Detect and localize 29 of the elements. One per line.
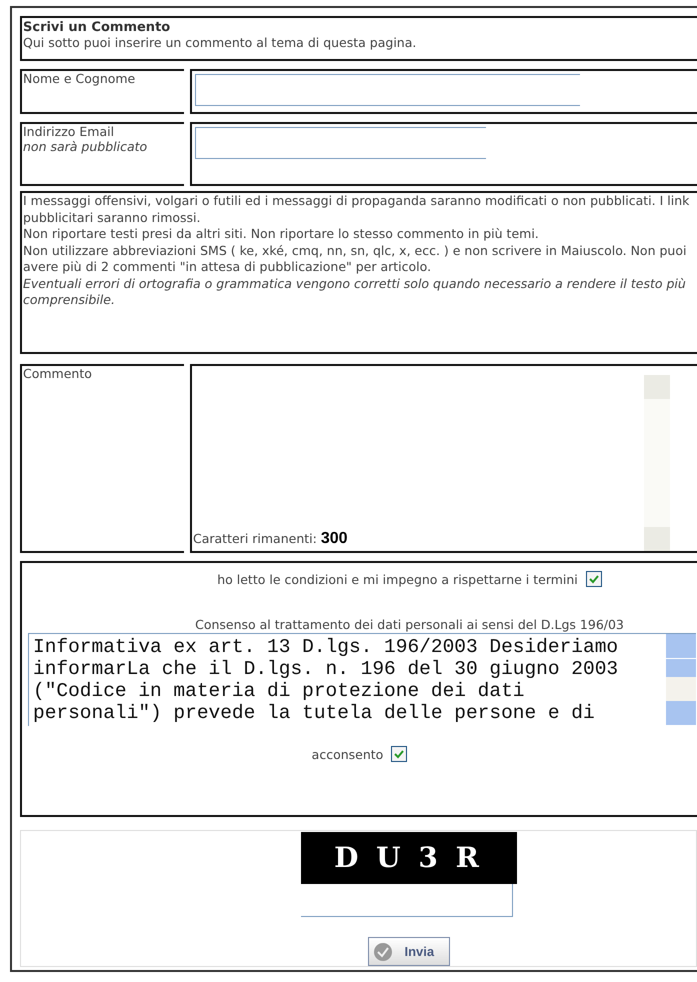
captcha-input[interactable] <box>300 884 512 918</box>
rule-text: Non riportare testi presi da altri siti. Non riportare lo stesso commento in più temi. <box>23 226 540 242</box>
consent-checkbox[interactable] <box>391 746 408 762</box>
rule-text: Non utilizzare abbreviazioni SMS ( ke, xké, cmq, nn, sn, qlc, x, ecc. ) e non scrivere in Maiuscolo. Non puoi avere più di 2 commenti "in attesa di pubblicazione" per articolo. <box>23 242 688 276</box>
rule-text: I messaggi offensivi, volgari o futili ed i messaggi di propaganda saranno modificati o non pubblicati. I link pubblicitari saranno rimossi. <box>23 193 690 226</box>
checkmark-icon <box>393 748 406 760</box>
field-label: Nome e Cognome <box>23 71 136 86</box>
check-icon <box>372 942 392 962</box>
checkmark-icon <box>588 573 600 585</box>
terms-label: ho letto le condizioni e mi impegno a rispettarne i termini <box>217 572 578 586</box>
privacy-title: Consenso al trattamento dei dati personali ai sensi del D.Lgs 196/03 <box>194 616 625 632</box>
scrollbar[interactable] <box>666 634 696 726</box>
field-label: Indirizzo Email <box>23 124 116 139</box>
remaining-count: 300 <box>320 530 348 547</box>
terms-checkbox[interactable] <box>586 571 602 587</box>
field-label: Commento <box>23 366 93 381</box>
field-note: non sarà pubblicato <box>23 139 148 154</box>
privacy-textarea[interactable]: Informativa ex art. 13 D.lgs. 196/2003 Desideriamo informarLa che il D.lgs. n. 196 del 30 giugno 2003 ("Codice in materia di protezione dei dati personali") prevede la tutela delle persone e di <box>28 633 696 726</box>
form-title: Scrivi un Commento <box>23 20 172 35</box>
submit-button[interactable]: Invia <box>368 937 450 966</box>
scrollbar[interactable] <box>644 375 670 551</box>
consent-label: acconsento <box>312 746 384 762</box>
remaining-label: Caratteri rimanenti: <box>193 531 317 546</box>
comment-field[interactable]: Caratteri rimanenti: 300 <box>190 364 697 553</box>
input-field[interactable] <box>195 127 486 159</box>
input-field[interactable] <box>195 74 580 106</box>
captcha-image: D U 3 R <box>300 832 516 884</box>
rule-note: Eventuali errori di ortografia o grammatica vengono corretti solo quando necessario a rendere il testo più comprensibile. <box>23 276 687 308</box>
form-subtitle: Qui sotto puoi inserire un commento al tema di questa pagina. <box>23 35 418 50</box>
